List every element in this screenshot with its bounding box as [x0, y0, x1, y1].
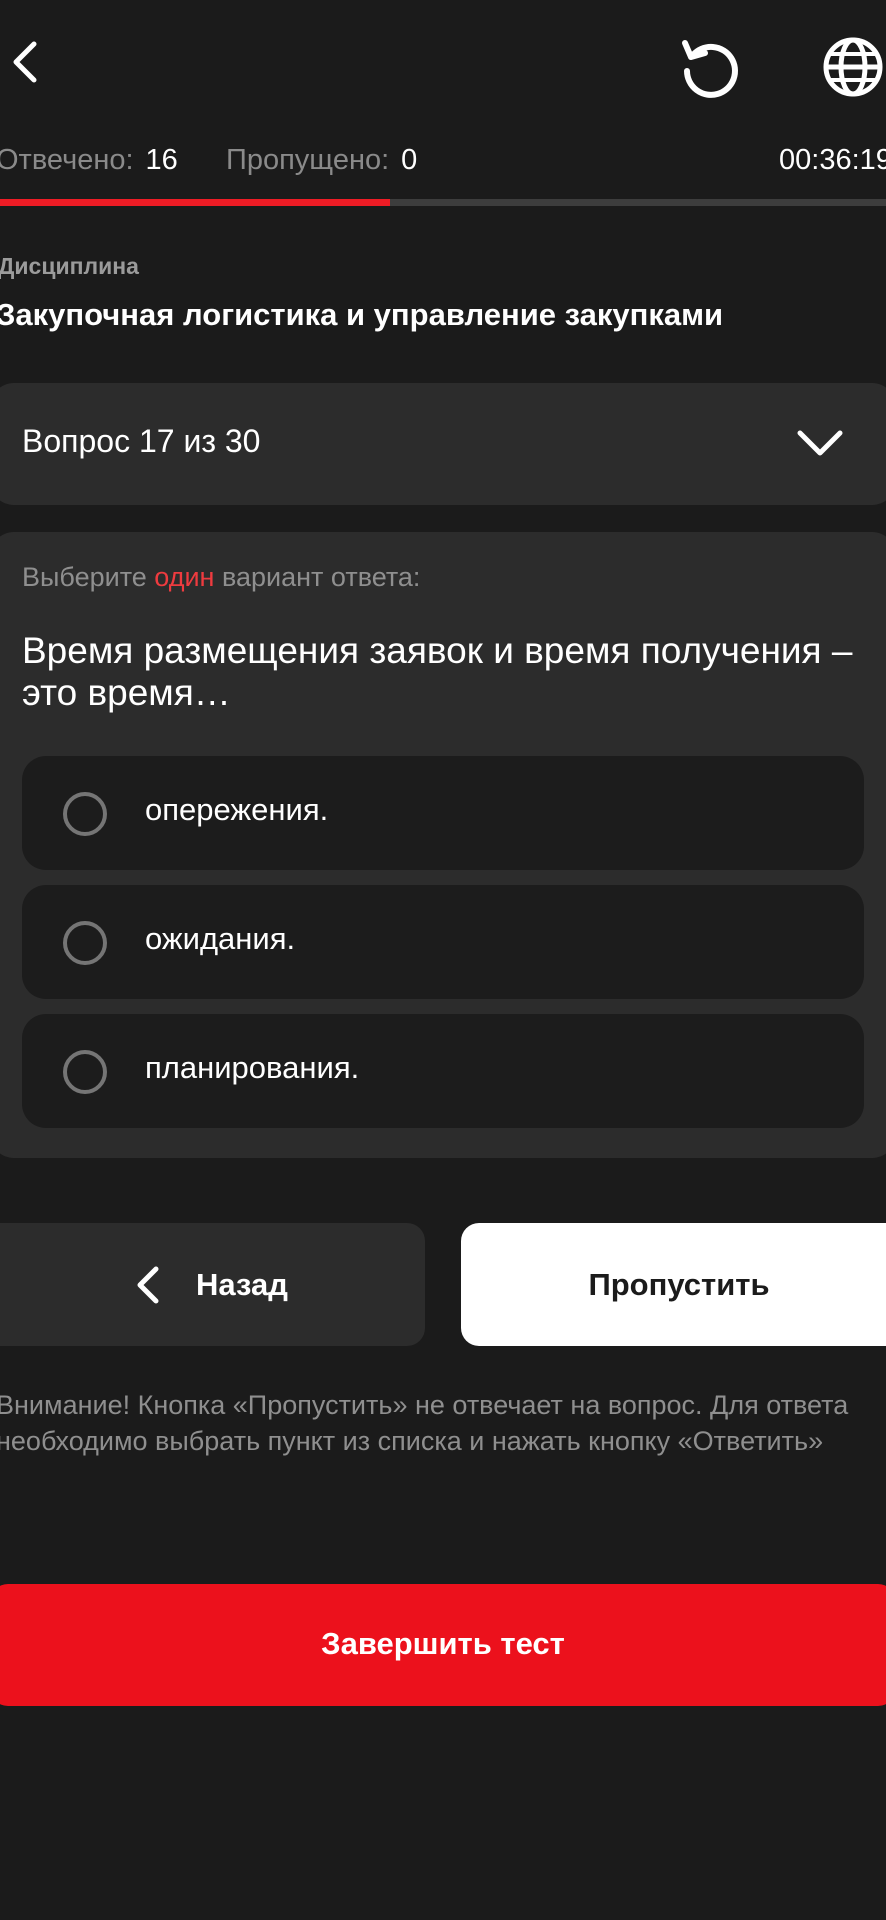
question-selector[interactable]: Вопрос 17 из 30: [0, 383, 886, 505]
globe-icon: [823, 37, 883, 97]
skipped-value: 0: [401, 144, 418, 176]
option-label: опережения.: [145, 792, 329, 827]
discipline-title: Закупочная логистика и управление закупк…: [0, 297, 724, 332]
question-number: Вопрос 17 из 30: [22, 423, 261, 459]
reload-icon: [682, 40, 738, 98]
radio-button[interactable]: [63, 921, 107, 965]
test-stats: Отвечено: 16 Пропущено: 0 00:36:19: [0, 144, 886, 184]
back-nav-button[interactable]: Назад: [0, 1223, 425, 1346]
back-button-label: Назад: [196, 1267, 288, 1302]
skipped-label: Пропущено:: [226, 144, 390, 176]
skip-button[interactable]: Пропустить: [461, 1223, 886, 1346]
radio-button[interactable]: [63, 1050, 107, 1094]
timer: 00:36:19: [779, 144, 886, 176]
answered-value: 16: [145, 144, 178, 176]
answered-stat: Отвечено: 16: [0, 144, 178, 177]
instruction-accent: один: [154, 562, 215, 592]
back-button[interactable]: [0, 22, 50, 102]
instruction-suffix: вариант ответа:: [214, 562, 421, 592]
answer-option[interactable]: опережения.: [22, 756, 864, 870]
chevron-left-icon: [137, 1266, 159, 1304]
skipped-stat: Пропущено: 0: [226, 144, 417, 177]
progress-fill: [0, 199, 390, 206]
progress-bar: [0, 199, 886, 206]
language-button[interactable]: [820, 30, 886, 104]
chevron-down-icon: [797, 430, 843, 456]
option-label: планирования.: [145, 1050, 360, 1085]
answer-option[interactable]: планирования.: [22, 1014, 864, 1128]
question-text: Время размещения заявок и время получени…: [22, 630, 853, 713]
question-card: Выберите один вариант ответа: Время разм…: [0, 532, 886, 1158]
chevron-left-icon: [13, 41, 37, 83]
finish-button-label: Завершить тест: [321, 1626, 565, 1661]
skip-button-label: Пропустить: [588, 1267, 770, 1302]
option-label: ожидания.: [145, 921, 296, 956]
answer-instruction: Выберите один вариант ответа:: [22, 562, 420, 593]
radio-button[interactable]: [63, 792, 107, 836]
instruction-prefix: Выберите: [22, 562, 155, 592]
reload-button[interactable]: [672, 30, 746, 104]
skip-notice: Внимание! Кнопка «Пропустить» не отвечае…: [0, 1390, 849, 1456]
finish-test-button[interactable]: Завершить тест: [0, 1584, 886, 1706]
discipline-label: Дисциплина: [0, 253, 139, 279]
answered-label: Отвечено:: [0, 144, 134, 176]
answer-option[interactable]: ожидания.: [22, 885, 864, 999]
